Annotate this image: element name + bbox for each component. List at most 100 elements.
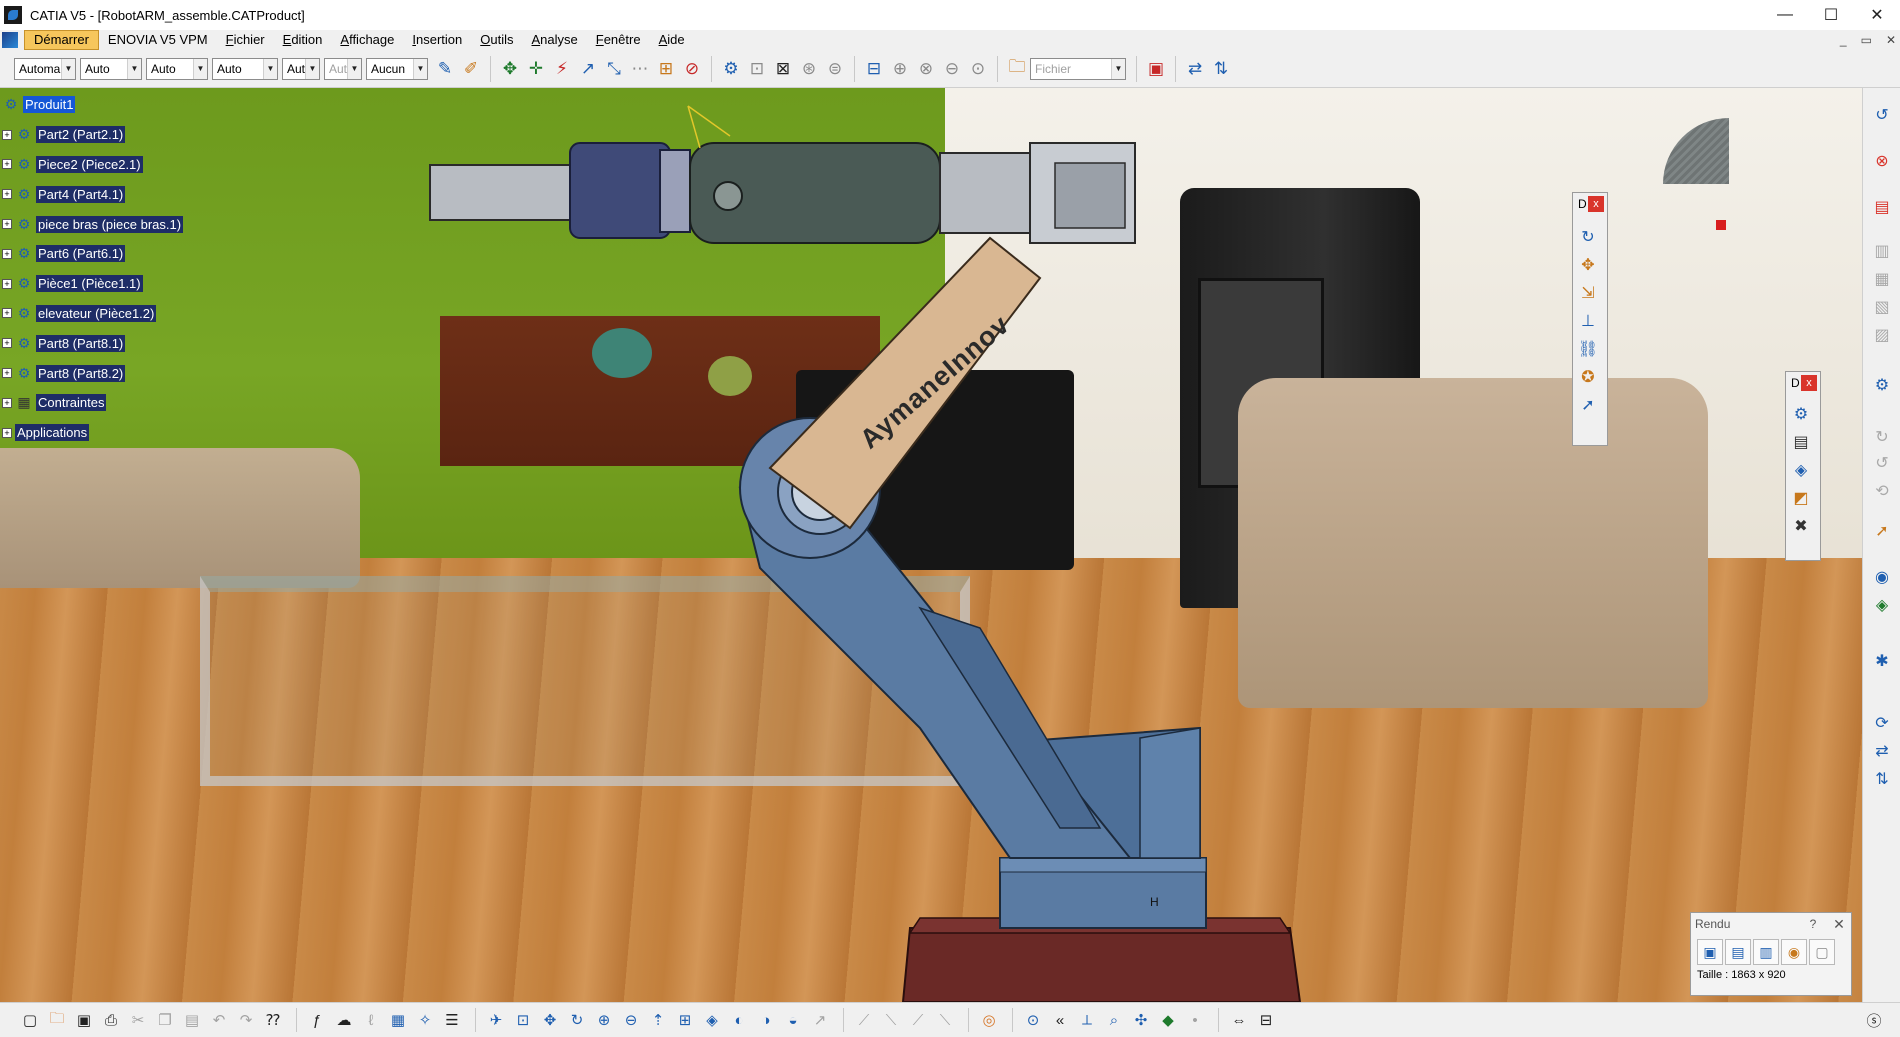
link-icon[interactable]: ⛓	[1575, 335, 1601, 363]
expand-icon[interactable]: +	[2, 159, 12, 170]
tree-node-label[interactable]: Part8 (Part8.2)	[36, 364, 126, 382]
refresh-icon[interactable]: ⟳	[1869, 710, 1895, 736]
render-settings-icon[interactable]: ▤	[1725, 939, 1751, 965]
paint-brush-icon[interactable]: ✎	[432, 56, 458, 82]
material-icon[interactable]: ◉	[1869, 564, 1895, 590]
save-management-icon[interactable]: ▣	[1143, 56, 1169, 82]
kinematics-icon[interactable]: ⚙	[1869, 372, 1895, 398]
search-icon[interactable]: ⌕	[1102, 1008, 1126, 1032]
coincidence-icon[interactable]: ⊗	[913, 56, 939, 82]
disabled-tool-7-icon[interactable]: ⟲	[1869, 478, 1895, 504]
swap-icon[interactable]: ⇄	[1869, 738, 1895, 764]
scene-tool-icon[interactable]: ◈	[1869, 592, 1895, 618]
scene-icon[interactable]: ◩	[1788, 484, 1814, 512]
expand-icon[interactable]: +	[2, 189, 12, 200]
tools-icon[interactable]: ✖	[1788, 512, 1814, 540]
menu-analyse[interactable]: Analyse	[522, 30, 586, 50]
tree-root[interactable]: ⚙ Produit1	[2, 90, 183, 120]
explode-icon[interactable]: ⚡	[549, 56, 575, 82]
stop-icon[interactable]: ⊗	[1869, 148, 1895, 174]
disabled-tool-1-icon[interactable]: ▥	[1869, 238, 1895, 264]
close-icon[interactable]: x	[1588, 196, 1604, 212]
cursor-move-icon[interactable]: ➚	[1575, 391, 1601, 419]
pcs-icon[interactable]: ▤	[1869, 194, 1895, 220]
disabled-tool-a-icon[interactable]: ⟋	[852, 1008, 876, 1032]
3d-viewport[interactable]: H AymaneInnov ⚙ Produit1 + ⚙ Part2 (Part…	[0, 88, 1862, 1002]
light-icon[interactable]: ◆	[1156, 1008, 1180, 1032]
camera-icon[interactable]: ◉	[1781, 939, 1807, 965]
snap-move-icon[interactable]: ⇲	[1575, 279, 1601, 307]
fix-icon[interactable]: ⋯	[627, 56, 653, 82]
expand-icon[interactable]: +	[2, 338, 12, 349]
disabled-tool-6-icon[interactable]: ↺	[1869, 450, 1895, 476]
rewind-icon[interactable]: «	[1048, 1008, 1072, 1032]
expand-icon[interactable]: +	[2, 427, 12, 438]
redo-icon[interactable]: ↷	[234, 1008, 258, 1032]
tree-node-label[interactable]: Applications	[15, 424, 90, 442]
copy-icon[interactable]: ❐	[153, 1008, 177, 1032]
table-icon[interactable]: ▦	[386, 1008, 410, 1032]
disabled-tool-5-icon[interactable]: ↻	[1869, 424, 1895, 450]
tree-node-label[interactable]: Part6 (Part6.1)	[36, 245, 126, 263]
walk-icon[interactable]: ⟂	[1075, 1008, 1099, 1032]
capture-icon[interactable]: ◎	[977, 1008, 1001, 1032]
disabled-tool-c-icon[interactable]: ⟋	[906, 1008, 930, 1032]
simulation-icon[interactable]: ↺	[1869, 102, 1895, 128]
render-image-icon[interactable]: ▣	[1697, 939, 1723, 965]
tree-node[interactable]: + ⚙ Part6 (Part6.1)	[2, 239, 183, 269]
cube-icon[interactable]: ◈	[1788, 456, 1814, 484]
disabled-tool-2-icon[interactable]: ▦	[1869, 266, 1895, 292]
section-icon[interactable]: ⊠	[770, 56, 796, 82]
menu-aide[interactable]: Aide	[650, 30, 694, 50]
fly-mode-icon[interactable]: ⇄	[1182, 56, 1208, 82]
tree-node-label[interactable]: piece bras (piece bras.1)	[36, 215, 184, 233]
measure-between-icon[interactable]: ⇔	[1227, 1008, 1251, 1032]
pan-view-icon[interactable]: ✥	[538, 1008, 562, 1032]
manipulation-icon[interactable]: ↗	[575, 56, 601, 82]
comment-icon[interactable]: ☁	[332, 1008, 356, 1032]
tree-root-label[interactable]: Produit1	[23, 96, 76, 114]
close-button[interactable]: ✕	[1854, 0, 1900, 30]
expand-icon[interactable]: +	[2, 278, 12, 289]
whats-this-icon[interactable]: ⁇	[261, 1008, 285, 1032]
tree-node[interactable]: + ⚙ Part8 (Part8.1)	[2, 328, 183, 358]
undo-icon[interactable]: ↶	[207, 1008, 231, 1032]
tree-node[interactable]: + Applications	[2, 418, 183, 448]
doc-restore-button[interactable]: ▭	[1861, 33, 1872, 47]
transparency-combo[interactable]: Auto ▼	[146, 57, 208, 80]
tree-node[interactable]: + ⚙ piece bras (piece bras.1)	[2, 209, 184, 239]
tree-node[interactable]: + ⚙ elevateur (Pièce1.2)	[2, 299, 183, 329]
rendering-style-combo[interactable]: Aucun ▼	[366, 57, 428, 80]
line-type-combo[interactable]: Auto ▼	[212, 57, 278, 80]
save-icon[interactable]: ▣	[72, 1008, 96, 1032]
menu-fichier[interactable]: Fichier	[217, 30, 274, 50]
save-icon[interactable]: ▢	[1809, 939, 1835, 965]
assembly-features-icon[interactable]: ⊟	[861, 56, 887, 82]
swap-visible-icon[interactable]: ◒	[781, 1008, 805, 1032]
list-icon[interactable]: ☰	[440, 1008, 464, 1032]
maximize-button[interactable]: ☐	[1808, 0, 1854, 30]
tree-node[interactable]: + ⚙ Pièce1 (Pièce1.1)	[2, 269, 183, 299]
align-icon[interactable]: ⊥	[1575, 307, 1601, 335]
fly-icon[interactable]: ✈	[484, 1008, 508, 1032]
render-scene-icon[interactable]: ▥	[1753, 939, 1779, 965]
iso-view-icon[interactable]: ◈	[700, 1008, 724, 1032]
tree-node[interactable]: + ⚙ Part2 (Part2.1)	[2, 120, 183, 150]
minimize-button[interactable]: —	[1762, 0, 1808, 30]
normal-view-icon[interactable]: ⇡	[646, 1008, 670, 1032]
analysis-icon[interactable]: ⊜	[822, 56, 848, 82]
tree-node-label[interactable]: Part8 (Part8.1)	[36, 334, 126, 352]
knowledge-icon[interactable]: ✧	[413, 1008, 437, 1032]
render-dialog-header[interactable]: Rendu ? ✕	[1691, 913, 1851, 935]
multi-view-icon[interactable]: ⊞	[673, 1008, 697, 1032]
disabled-tool-e-icon[interactable]: •	[1183, 1008, 1207, 1032]
clash-icon[interactable]: ⊡	[744, 56, 770, 82]
expand-icon[interactable]: +	[2, 248, 12, 259]
painter-icon[interactable]: ✐	[458, 56, 484, 82]
open-file-icon[interactable]: 🗀	[45, 1008, 69, 1032]
help-button[interactable]: ?	[1799, 917, 1827, 931]
hide-show-icon[interactable]: ◑	[754, 1008, 778, 1032]
stop-manip-icon[interactable]: ⤡	[601, 56, 627, 82]
rotate-view-icon[interactable]: ↻	[565, 1008, 589, 1032]
publish-icon[interactable]: ⇅	[1869, 766, 1895, 792]
